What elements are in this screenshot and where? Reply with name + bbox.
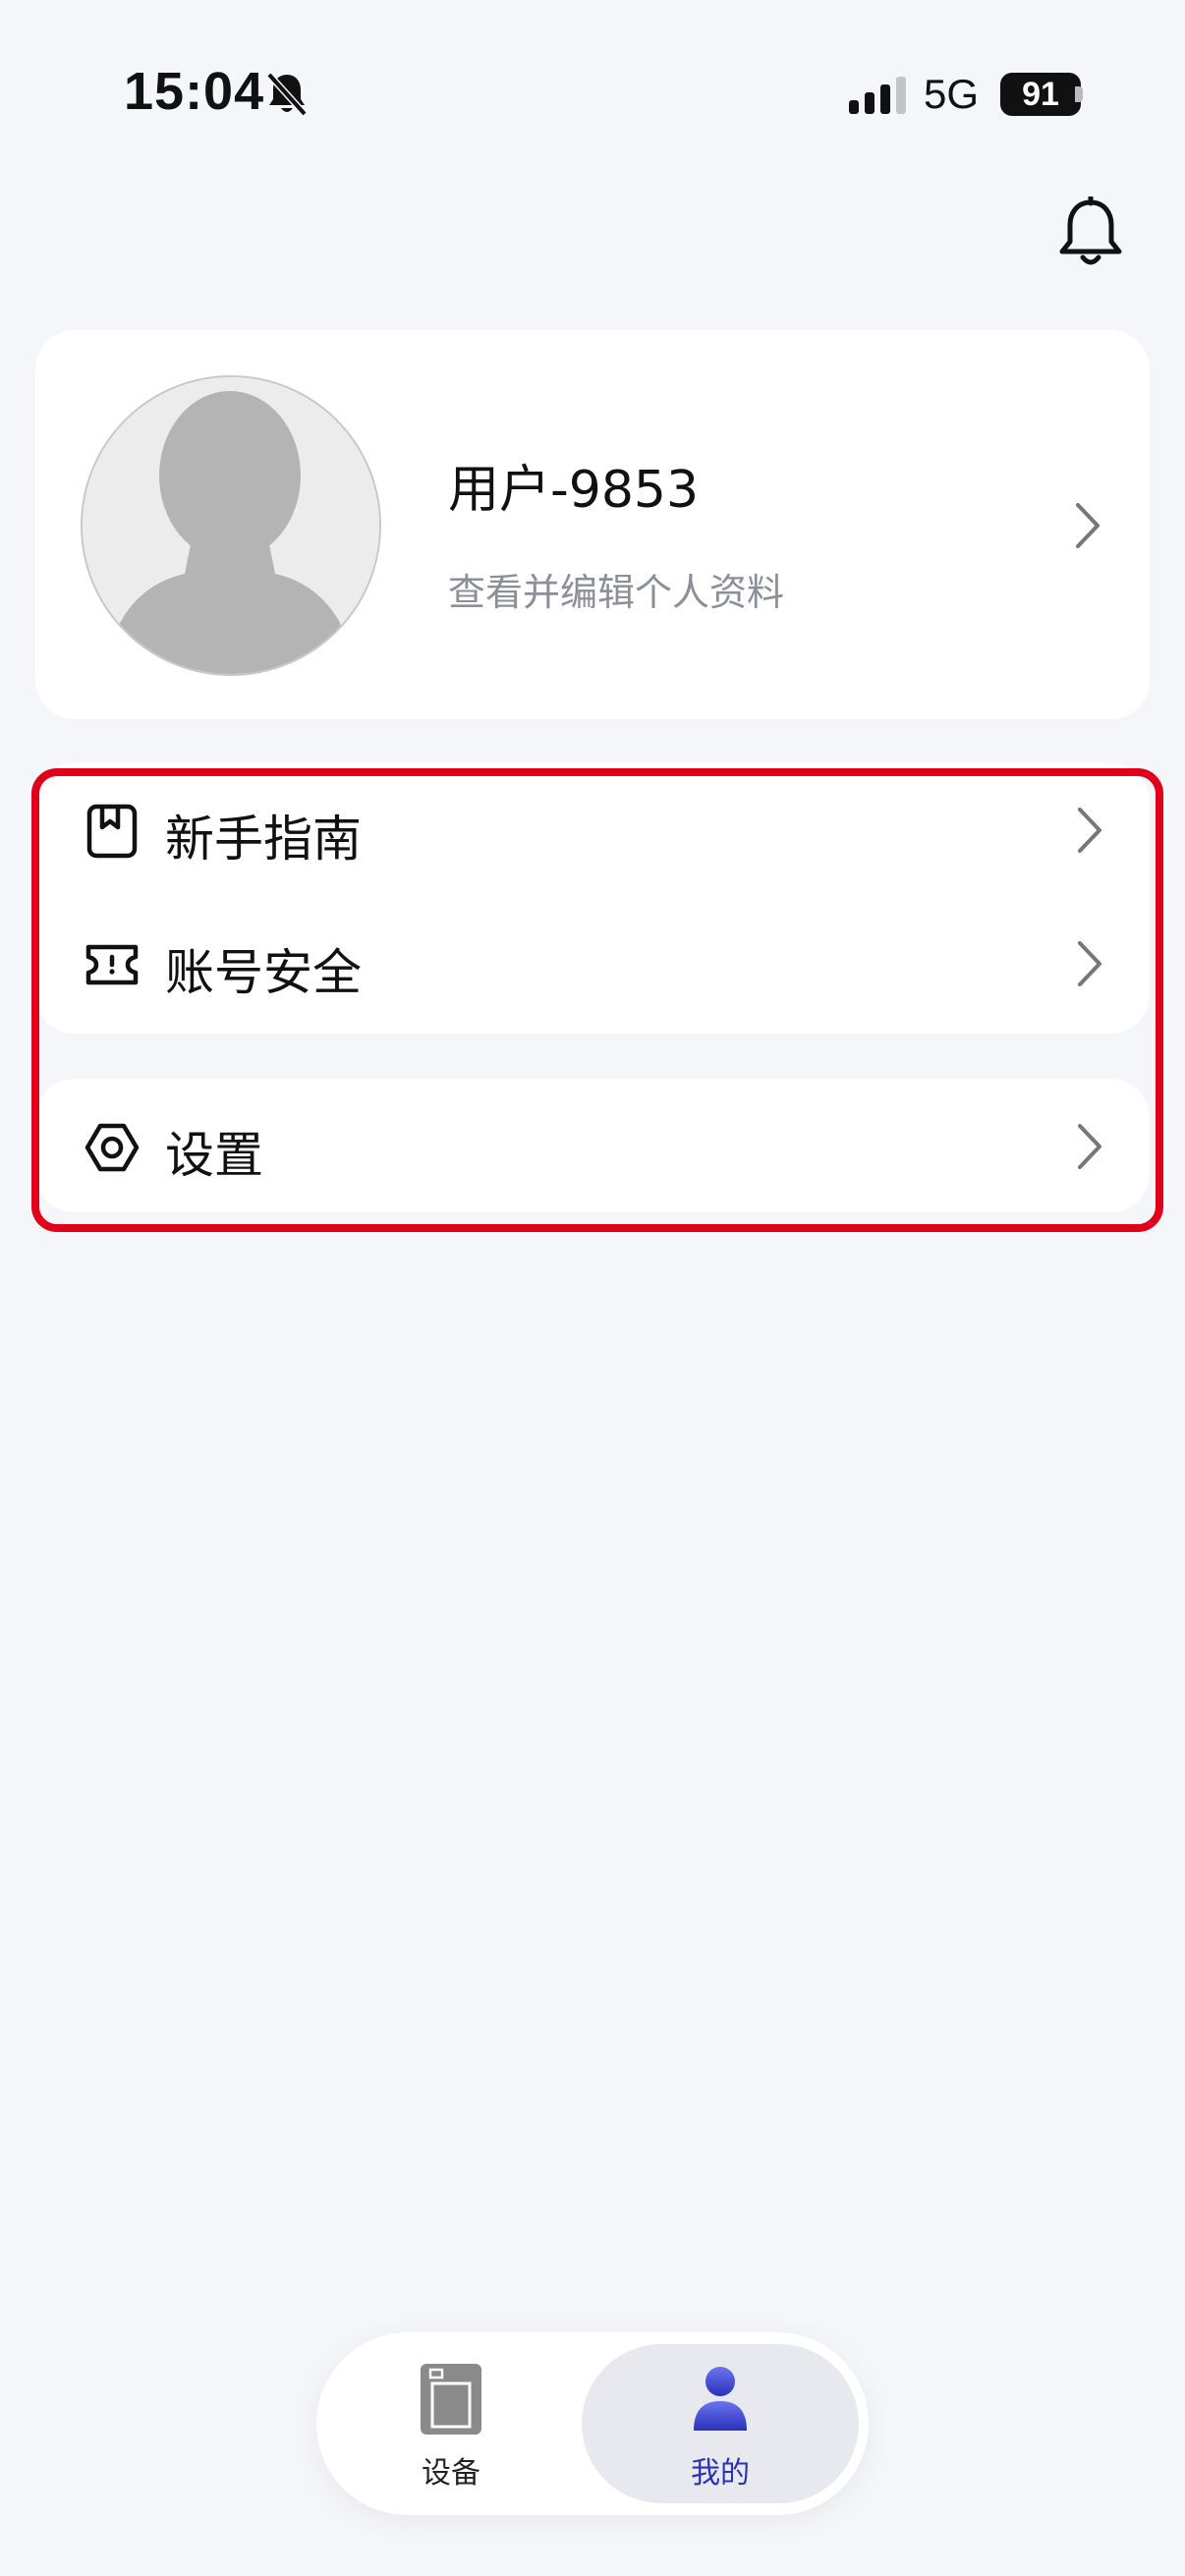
battery-indicator: 91: [1000, 73, 1081, 116]
tab-label-devices: 设备: [422, 2456, 480, 2491]
signal-icon: [849, 77, 906, 114]
tab-me[interactable]: 我的: [582, 2344, 859, 2503]
menu-label-account-security: 账号安全: [165, 944, 362, 1001]
avatar-placeholder-icon: [83, 377, 379, 674]
profile-subtitle: 查看并编辑个人资料: [448, 571, 785, 614]
chevron-right-icon: [1078, 1124, 1101, 1169]
menu-group-primary: 新手指南 账号安全: [35, 762, 1150, 1034]
profile-card[interactable]: 用户-9853 查看并编辑个人资料: [35, 330, 1150, 719]
menu-label-settings: 设置: [165, 1127, 263, 1184]
chevron-right-icon: [1078, 808, 1101, 853]
avatar[interactable]: [81, 375, 381, 676]
menu-label-guide: 新手指南: [165, 811, 362, 868]
menu-item-account-security[interactable]: 账号安全: [35, 896, 1150, 1030]
chevron-right-icon: [1076, 503, 1100, 548]
notifications-button[interactable]: [1049, 193, 1132, 275]
tab-label-me: 我的: [691, 2456, 750, 2491]
network-type: 5G: [924, 71, 980, 117]
ticket-icon: [85, 944, 139, 985]
menu-item-settings[interactable]: 设置: [35, 1079, 1150, 1212]
status-bar: 15:04 5G 91: [0, 0, 1185, 196]
bottom-tab-bar: 设备 我的: [316, 2332, 869, 2515]
guide-book-icon: [86, 804, 138, 859]
menu-item-guide[interactable]: 新手指南: [35, 762, 1150, 896]
chevron-right-icon: [1078, 941, 1101, 986]
tab-devices[interactable]: 设备: [318, 2344, 584, 2503]
menu-group-settings: 设置: [35, 1079, 1150, 1212]
battery-level: 91: [1022, 75, 1059, 113]
app-screen: 15:04 5G 91 用户-9853 查看并编辑个人资料 新手指南 账号安全 …: [0, 0, 1185, 2576]
bell-icon: [1059, 196, 1122, 265]
bell-muted-icon: [266, 72, 308, 117]
device-icon: [421, 2364, 481, 2435]
person-icon: [694, 2367, 747, 2431]
status-time: 15:04: [124, 62, 265, 121]
battery-tip: [1075, 86, 1083, 102]
profile-username: 用户-9853: [448, 461, 700, 520]
hexagon-gear-icon: [85, 1123, 140, 1172]
